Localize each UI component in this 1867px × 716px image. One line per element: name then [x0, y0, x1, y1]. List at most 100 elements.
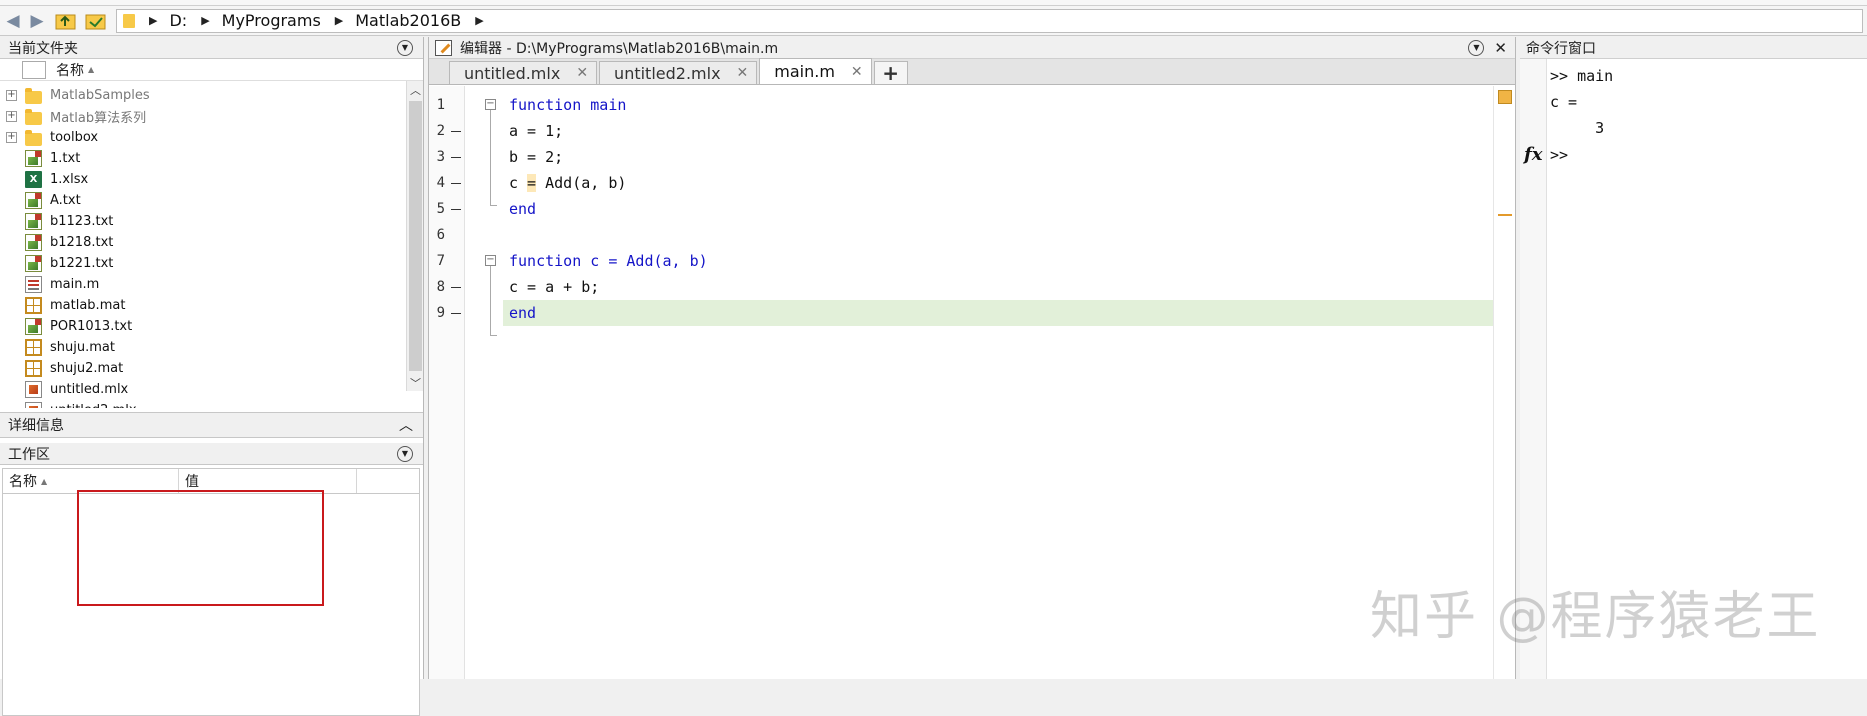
command-prompt-input[interactable]: >> [1550, 146, 1568, 164]
warning-marker[interactable] [1498, 214, 1512, 216]
file-list-item[interactable]: main.m [0, 274, 404, 295]
code-text: end [509, 200, 537, 218]
code-area[interactable]: 1 − function main 2 a = 1; 3 b = 2; 4 c = Add(a,… [437, 86, 1495, 679]
warning-indicator-icon[interactable] [1498, 90, 1512, 104]
expand-icon[interactable]: + [6, 111, 17, 122]
path-separator-icon[interactable]: ▶ [149, 14, 157, 27]
collapse-icon[interactable]: − [485, 255, 496, 266]
path-separator-icon[interactable]: ▶ [475, 14, 483, 27]
file-name: b1218.txt [50, 235, 114, 250]
sort-ascending-icon: ▲ [88, 65, 95, 74]
code-line[interactable]: 1 − function main [437, 92, 1495, 118]
folder-file-icon [25, 130, 42, 146]
chevron-up-icon[interactable]: ︿ [399, 415, 413, 435]
file-list-item[interactable]: matlab.mat [0, 295, 404, 316]
breakpoint-marker[interactable] [451, 131, 461, 132]
scroll-down-arrow-icon[interactable]: ﹀ [407, 374, 424, 391]
file-list-item[interactable]: + toolbox [0, 127, 404, 148]
file-list-item[interactable]: shuju.mat [0, 337, 404, 358]
file-list-item[interactable]: X 1.xlsx [0, 169, 404, 190]
editor-menu-button[interactable]: ▼ [1468, 39, 1485, 56]
panel-menu-button[interactable]: ▼ [397, 39, 413, 56]
browse-folder-icon [85, 14, 106, 29]
editor-tabs: untitled.mlx ✕ untitled2.mlx ✕ main.m ✕ … [429, 58, 1515, 85]
breakpoint-marker[interactable] [451, 157, 461, 158]
mat-file-icon [25, 360, 42, 377]
file-list-item[interactable]: POR1013.txt [0, 316, 404, 337]
line-number: 2 [436, 123, 445, 139]
expand-icon[interactable]: + [6, 132, 17, 143]
line-number: 3 [436, 149, 445, 165]
breakpoint-marker[interactable] [451, 183, 461, 184]
collapse-icon[interactable]: − [485, 99, 496, 110]
address-bar: ◀ ▶ ▶ D: ▶ MyPrograms ▶ Matlab2016B ▶ [0, 6, 1867, 36]
path-separator-icon[interactable]: ▶ [335, 14, 343, 27]
tab-untitled2-mlx[interactable]: untitled2.mlx ✕ [599, 61, 758, 84]
code-line[interactable]: 6 [437, 222, 1495, 248]
scroll-up-arrow-icon[interactable]: ︿ [407, 81, 424, 98]
code-text: a = 1; [509, 122, 564, 140]
chevron-down-icon: ▼ [401, 448, 409, 458]
file-list-header: 名称 ▲ [0, 59, 423, 81]
close-icon[interactable]: ✕ [1494, 39, 1507, 57]
command-output-line: 3 [1550, 119, 1605, 137]
file-list-item[interactable]: untitled2.mlx [0, 400, 404, 408]
close-icon[interactable]: ✕ [576, 65, 588, 81]
file-list-item[interactable]: b1218.txt [0, 232, 404, 253]
tab-untitled-mlx[interactable]: untitled.mlx ✕ [449, 61, 598, 84]
path-segment[interactable]: MyPrograms [222, 11, 321, 30]
file-name: Matlab算法系列 [50, 111, 147, 126]
file-list-item[interactable]: b1123.txt [0, 211, 404, 232]
close-icon[interactable]: ✕ [737, 65, 749, 81]
txt-file-icon [25, 318, 42, 335]
ws-name-label: 名称 [9, 474, 37, 490]
path-segment[interactable]: D: [169, 11, 187, 30]
file-list-item[interactable]: + Matlab算法系列 [0, 106, 404, 127]
command-output-line: c = [1550, 93, 1578, 111]
browse-folder-button[interactable] [84, 10, 108, 32]
code-line[interactable]: 8 c = a + b; [437, 274, 1495, 300]
breakpoint-marker[interactable] [451, 313, 461, 314]
forward-button[interactable]: ▶ [26, 10, 48, 32]
file-list-item[interactable]: untitled.mlx [0, 379, 404, 400]
line-number: 5 [436, 201, 445, 217]
up-folder-icon [55, 14, 76, 29]
tab-label: untitled2.mlx [614, 63, 721, 83]
code-line[interactable]: 2 a = 1; [437, 118, 1495, 144]
file-list-item[interactable]: b1221.txt [0, 253, 404, 274]
breakpoint-marker[interactable] [451, 209, 461, 210]
code-line[interactable]: 3 b = 2; [437, 144, 1495, 170]
scrollbar-thumb[interactable] [409, 101, 422, 371]
workspace-menu-button[interactable]: ▼ [397, 445, 413, 462]
file-list-item[interactable]: 1.txt [0, 148, 404, 169]
name-column-header[interactable]: 名称 [56, 60, 84, 80]
plus-icon: + [882, 61, 900, 85]
fx-icon[interactable]: fx [1524, 144, 1542, 165]
breakpoint-marker[interactable] [451, 287, 461, 288]
code-line[interactable]: 7 − function c = Add(a, b) [437, 248, 1495, 274]
file-list-item[interactable]: shuju2.mat [0, 358, 404, 379]
up-folder-button[interactable] [54, 10, 78, 32]
expand-icon[interactable]: + [6, 90, 17, 101]
code-line[interactable]: 4 c = Add(a, b) [437, 170, 1495, 196]
xlsx-file-icon: X [25, 171, 42, 188]
details-bar[interactable]: 详细信息 ︿ [0, 412, 423, 438]
current-folder-header: 当前文件夹 ▼ [0, 37, 423, 59]
path-field[interactable]: ▶ D: ▶ MyPrograms ▶ Matlab2016B ▶ [116, 8, 1863, 33]
command-window-header: 命令行窗口 [1520, 37, 1867, 59]
code-text: c = a + b; [509, 278, 600, 296]
path-segment[interactable]: Matlab2016B [355, 11, 461, 30]
tab-main-m[interactable]: main.m ✕ [759, 58, 872, 84]
file-list: + MatlabSamples + Matlab算法系列 + toolbox 1.txt X 1… [0, 85, 404, 408]
code-line[interactable]: 5 end [437, 196, 1495, 222]
command-window-title: 命令行窗口 [1526, 40, 1596, 57]
back-button[interactable]: ◀ [2, 10, 24, 32]
path-separator-icon[interactable]: ▶ [201, 14, 209, 27]
line-number: 6 [436, 227, 445, 243]
close-icon[interactable]: ✕ [851, 64, 863, 80]
add-tab-button[interactable]: + [873, 61, 908, 85]
file-list-item[interactable]: A.txt [0, 190, 404, 211]
file-list-item[interactable]: + MatlabSamples [0, 85, 404, 106]
file-list-scrollbar[interactable]: ︿ ﹀ [406, 81, 423, 391]
code-line[interactable]: 9 end [437, 300, 1495, 326]
